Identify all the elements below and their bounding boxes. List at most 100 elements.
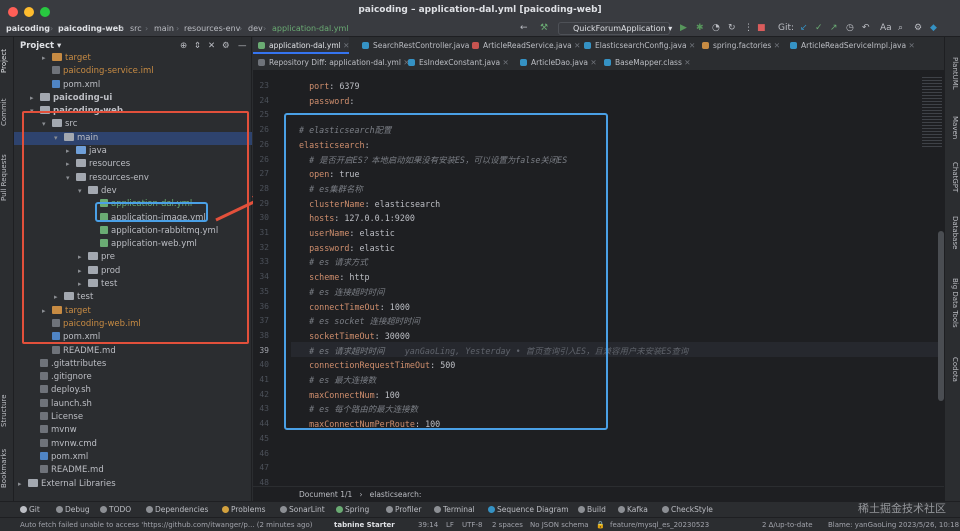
line-number[interactable]: 31 bbox=[253, 226, 269, 241]
breadcrumb-module[interactable]: paicoding-web bbox=[58, 20, 124, 37]
tree-item[interactable]: .gitattributes bbox=[14, 358, 252, 371]
jetbrains-icon[interactable]: ◆ bbox=[930, 20, 937, 37]
line-number[interactable]: 27 bbox=[253, 167, 269, 182]
close-tab-icon[interactable]: ✕ bbox=[500, 58, 508, 67]
close-tab-icon[interactable]: ✕ bbox=[588, 58, 596, 67]
line-separator[interactable]: LF bbox=[446, 518, 454, 531]
back-icon[interactable]: ← bbox=[520, 20, 528, 37]
line-number[interactable]: 45 bbox=[253, 432, 269, 447]
line-number[interactable]: 42 bbox=[253, 388, 269, 403]
commit-tool-tab[interactable]: Commit bbox=[0, 92, 14, 132]
bottom-tool-problems[interactable]: Problems bbox=[222, 502, 266, 518]
editor-tab[interactable]: ArticleReadServiceImpl.java ✕ bbox=[785, 37, 915, 54]
breadcrumb-resources-env[interactable]: resources-env bbox=[184, 20, 240, 37]
close-tab-icon[interactable]: ✕ bbox=[341, 41, 349, 50]
line-number[interactable]: 26 bbox=[253, 153, 269, 168]
close-tab-icon[interactable]: ✕ bbox=[687, 41, 695, 50]
minimize-window-button[interactable] bbox=[24, 7, 34, 17]
tree-item[interactable]: License bbox=[14, 411, 252, 424]
editor-tab[interactable]: application-dal.yml ✕ bbox=[253, 37, 350, 54]
close-tab-icon[interactable]: ✕ bbox=[906, 41, 914, 50]
tree-item[interactable]: pom.xml bbox=[14, 451, 252, 464]
editor-tab[interactable]: Repository Diff: application-dal.yml ✕ bbox=[253, 54, 410, 71]
breadcrumb-root[interactable]: paicoding bbox=[6, 20, 50, 37]
plantuml-tool-tab[interactable]: PlantUML bbox=[947, 47, 959, 99]
line-number[interactable]: 38 bbox=[253, 329, 269, 344]
codota-tool-tab[interactable]: Codota bbox=[947, 349, 959, 389]
bottom-tool-checkstyle[interactable]: CheckStyle bbox=[662, 502, 713, 518]
bottom-tool-terminal[interactable]: Terminal bbox=[434, 502, 475, 518]
editor-minimap[interactable] bbox=[922, 77, 942, 147]
line-number[interactable]: 24 bbox=[253, 94, 269, 109]
tree-item[interactable]: README.md bbox=[14, 464, 252, 477]
bottom-tool-todo[interactable]: TODO bbox=[100, 502, 131, 518]
stop-icon[interactable]: ■ bbox=[757, 20, 766, 37]
status-message[interactable]: Auto fetch failed unable to access 'http… bbox=[20, 518, 312, 531]
line-number[interactable]: 26 bbox=[253, 123, 269, 138]
tree-item[interactable]: README.md bbox=[14, 345, 252, 358]
line-number[interactable]: 44 bbox=[253, 417, 269, 432]
lock-icon[interactable]: 🔒 bbox=[596, 518, 605, 531]
bottom-tool-spring[interactable]: Spring bbox=[336, 502, 369, 518]
editor-tab[interactable]: ArticleReadService.java ✕ bbox=[467, 37, 580, 54]
sync-status[interactable]: 2 ∆/up-to-date bbox=[762, 518, 813, 531]
line-number[interactable]: 30 bbox=[253, 211, 269, 226]
search-everywhere-icon[interactable]: ⌕ bbox=[898, 20, 903, 37]
line-number[interactable]: 32 bbox=[253, 241, 269, 256]
font-icon[interactable]: Aa bbox=[880, 20, 892, 37]
tree-item[interactable]: deploy.sh bbox=[14, 384, 252, 397]
debug-icon[interactable]: ✱ bbox=[696, 20, 704, 37]
git-update-icon[interactable]: ↙ bbox=[800, 20, 808, 37]
build-hammer-icon[interactable]: ⚒ bbox=[540, 20, 548, 37]
git-commit-icon[interactable]: ✓ bbox=[815, 20, 823, 37]
bottom-tool-sonarlint[interactable]: SonarLint bbox=[280, 502, 325, 518]
breadcrumb-file[interactable]: application-dal.yml bbox=[272, 20, 349, 37]
tree-item[interactable]: ▸ target bbox=[14, 52, 252, 65]
coverage-icon[interactable]: ◔ bbox=[712, 20, 720, 37]
line-number[interactable]: 39 bbox=[253, 344, 269, 359]
maven-tool-tab[interactable]: Maven bbox=[947, 109, 959, 147]
profile-icon[interactable]: ↻ bbox=[728, 20, 736, 37]
project-panel-title[interactable]: Project bbox=[20, 41, 54, 51]
git-history-icon[interactable]: ◷ bbox=[846, 20, 854, 37]
line-number[interactable]: 34 bbox=[253, 270, 269, 285]
tree-item[interactable]: ▸ paicoding-ui bbox=[14, 92, 252, 105]
line-number[interactable]: 41 bbox=[253, 373, 269, 388]
document-indicator[interactable]: Document 1/1 bbox=[299, 490, 352, 499]
line-number[interactable]: 46 bbox=[253, 447, 269, 462]
bottom-tool-profiler[interactable]: Profiler bbox=[386, 502, 421, 518]
bookmarks-tool-tab[interactable]: Bookmarks bbox=[0, 442, 14, 494]
code-editor[interactable]: 23 24 25 26 26 26 27 28 29 30 31 32 33 34 35 36 37 38 39 40… bbox=[253, 71, 944, 486]
line-number[interactable]: 29 bbox=[253, 197, 269, 212]
close-tab-icon[interactable]: ✕ bbox=[682, 58, 690, 67]
more-run-icon[interactable]: ⋮ bbox=[744, 20, 753, 37]
chevron-right-icon[interactable]: ▸ bbox=[42, 52, 52, 65]
line-number[interactable]: 47 bbox=[253, 461, 269, 476]
cursor-position[interactable]: 39:14 bbox=[418, 518, 438, 531]
code-line[interactable]: port: 6379 bbox=[299, 79, 359, 94]
line-number[interactable]: 33 bbox=[253, 255, 269, 270]
chevron-right-icon[interactable]: ▸ bbox=[18, 478, 28, 491]
editor-tab[interactable]: BaseMapper.class ✕ bbox=[599, 54, 691, 71]
bottom-tool-git[interactable]: Git bbox=[20, 502, 40, 518]
tree-item[interactable]: .gitignore bbox=[14, 371, 252, 384]
line-number[interactable]: 36 bbox=[253, 300, 269, 315]
tree-item[interactable]: paicoding-service.iml bbox=[14, 65, 252, 78]
structure-tool-tab[interactable]: Structure bbox=[0, 387, 14, 435]
line-number[interactable]: 48 bbox=[253, 476, 269, 486]
line-number[interactable]: 35 bbox=[253, 285, 269, 300]
settings-gear-icon[interactable]: ⚙ bbox=[914, 20, 922, 37]
bottom-tool-sequence-diagram[interactable]: Sequence Diagram bbox=[488, 502, 569, 518]
json-schema[interactable]: No JSON schema bbox=[530, 518, 589, 531]
editor-tab[interactable]: ArticleDao.java ✕ bbox=[515, 54, 597, 71]
project-tool-tab[interactable]: Project bbox=[0, 41, 14, 81]
line-number[interactable]: 26 bbox=[253, 138, 269, 153]
file-encoding[interactable]: UTF-8 bbox=[462, 518, 482, 531]
line-number[interactable]: 40 bbox=[253, 358, 269, 373]
blame-info[interactable]: Blame: yanGaoLing 2023/5/26, 10:18 bbox=[828, 518, 959, 531]
bottom-tool-debug[interactable]: Debug bbox=[56, 502, 90, 518]
bottom-tool-build[interactable]: Build bbox=[578, 502, 606, 518]
line-number[interactable]: 23 bbox=[253, 79, 269, 94]
run-configuration-select[interactable]: QuickForumApplication ▾ bbox=[558, 22, 672, 35]
bottom-tool-kafka[interactable]: Kafka bbox=[618, 502, 648, 518]
